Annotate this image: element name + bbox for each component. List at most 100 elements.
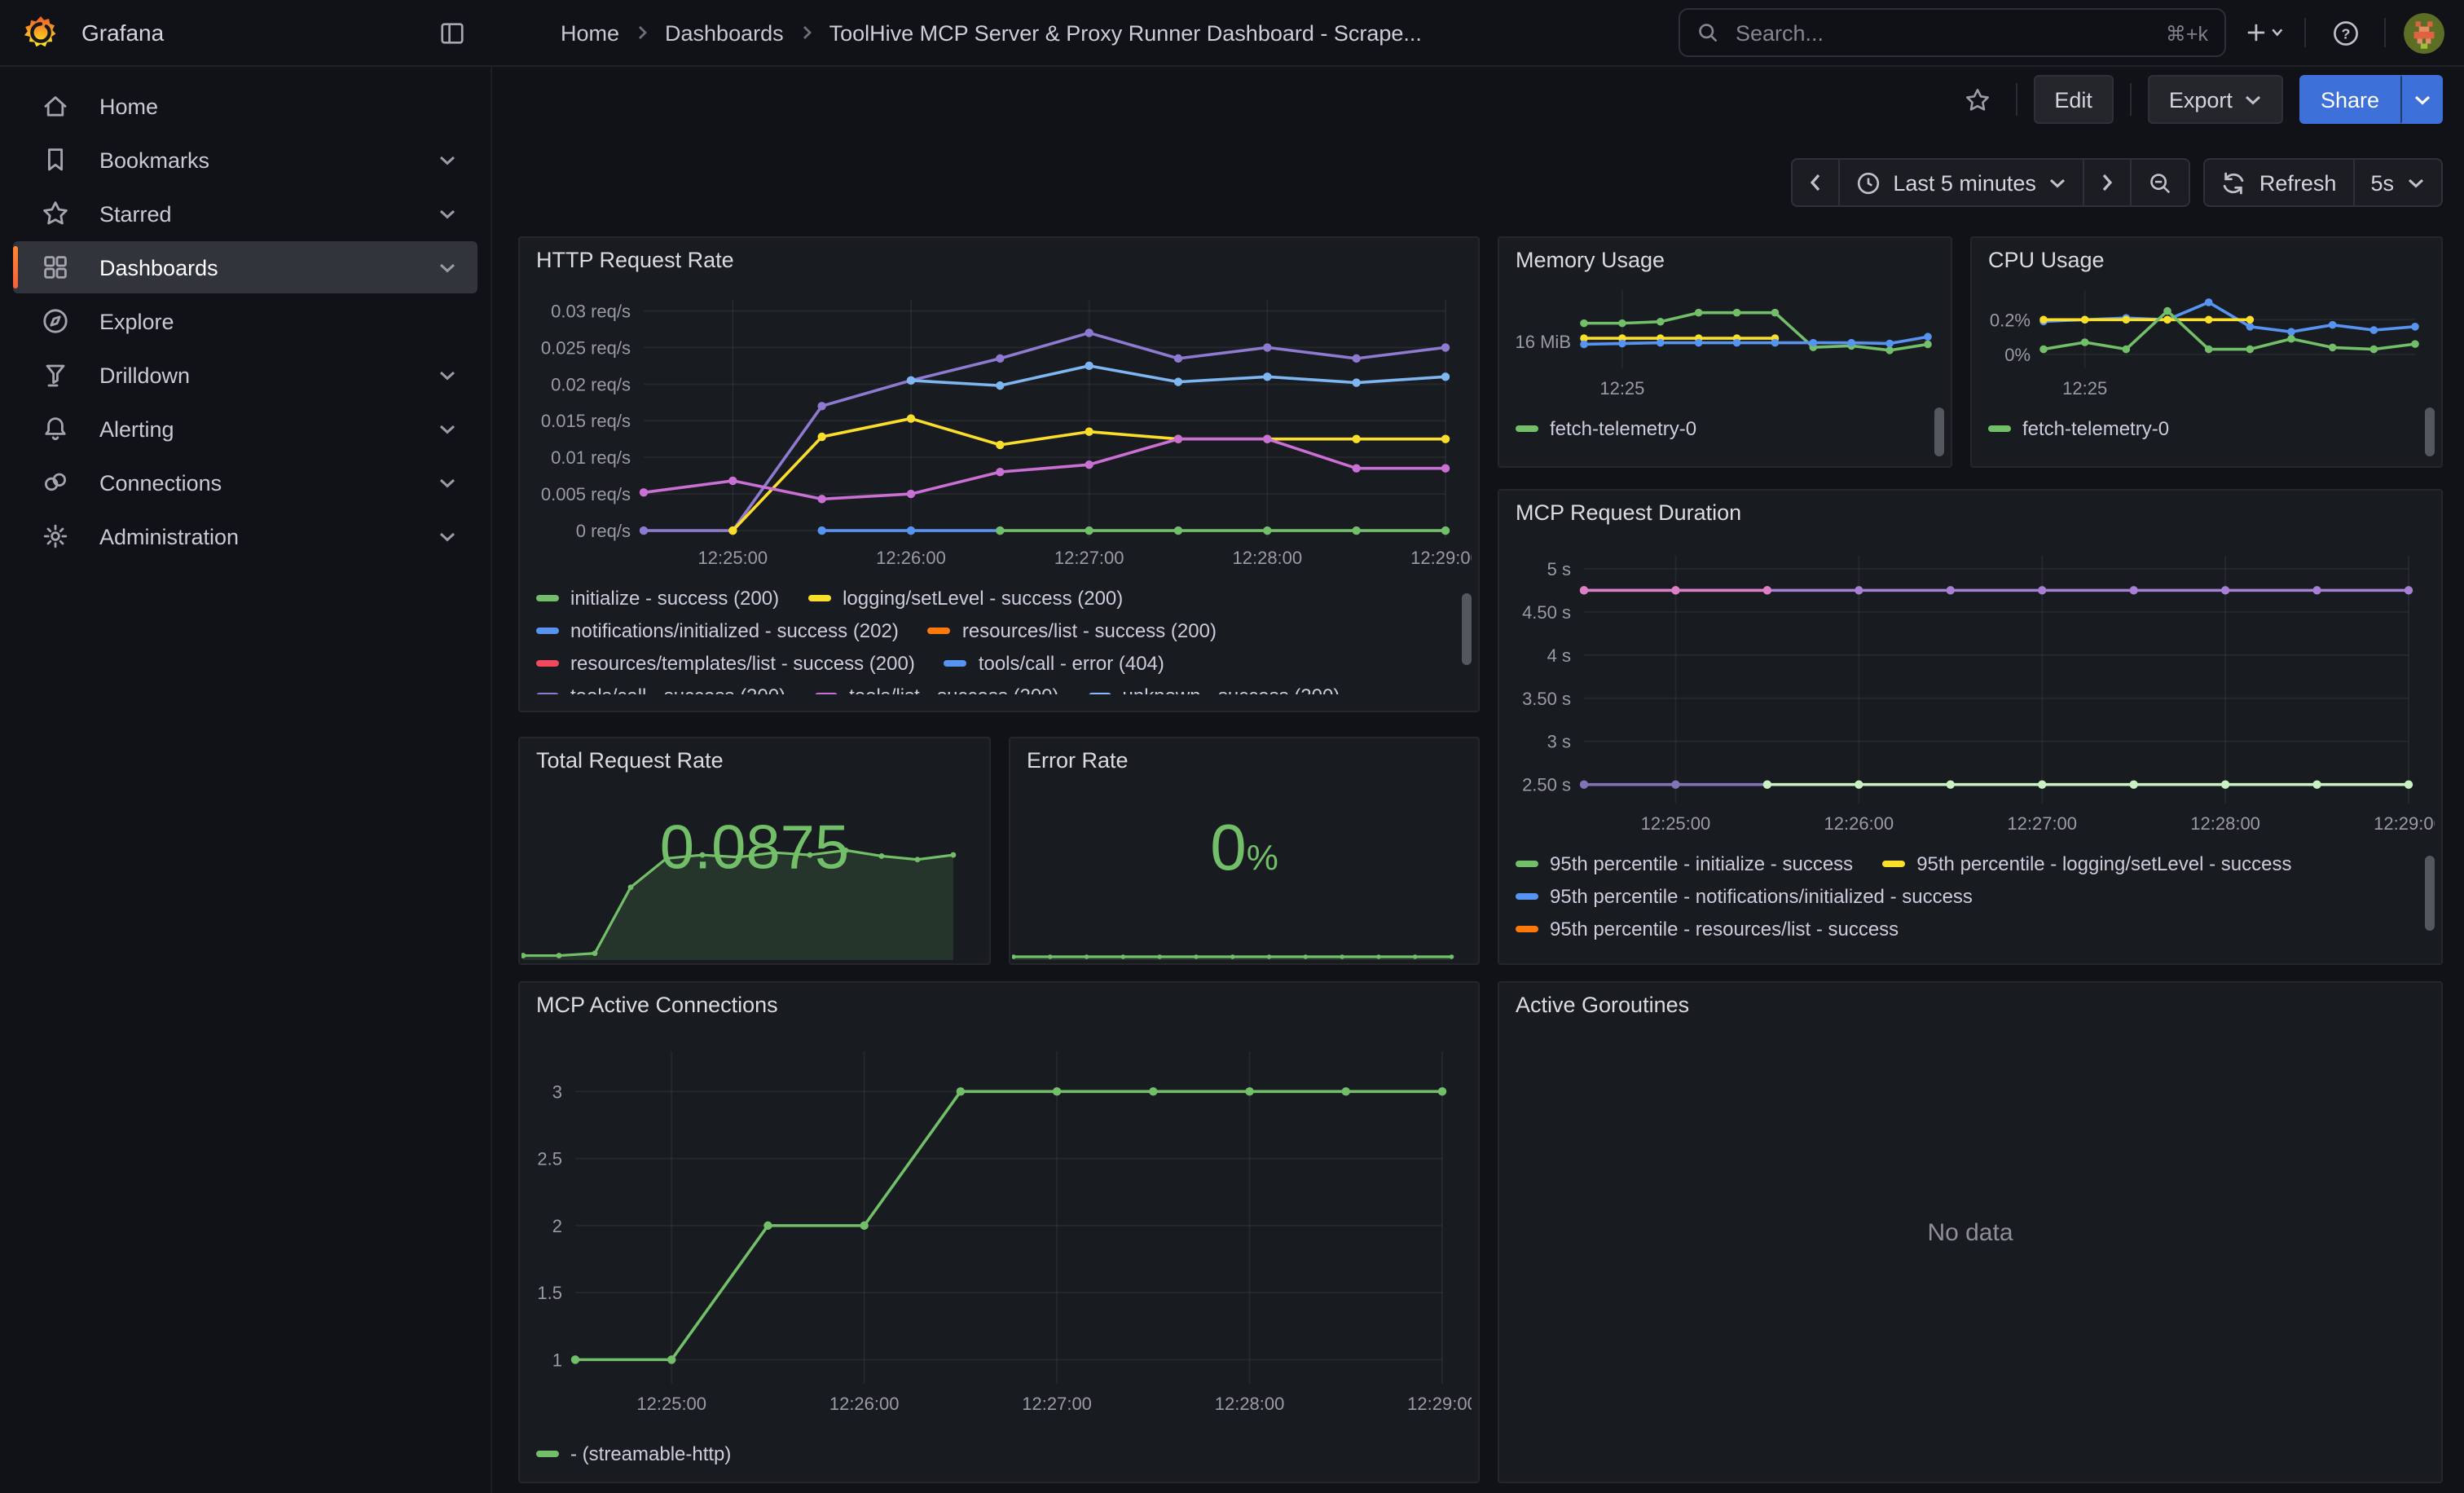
bookmark-icon <box>41 145 70 174</box>
legend-series-chip <box>1089 693 1111 694</box>
expand-chevron-icon[interactable] <box>429 357 464 393</box>
svg-text:0.03 req/s: 0.03 req/s <box>551 301 631 321</box>
share-button[interactable]: Share <box>2299 75 2400 124</box>
legend-item[interactable]: - (streamable-http) <box>536 1442 731 1465</box>
breadcrumb-home[interactable]: Home <box>561 20 619 45</box>
legend-item[interactable]: 95th percentile - logging/setLevel - suc… <box>1882 852 2291 875</box>
legend-item[interactable]: resources/list - success (200) <box>928 619 1217 642</box>
legend-series-chip <box>1988 425 2011 432</box>
dashboard-toolbar: Edit Export Share <box>492 73 2464 126</box>
sidebar-item-alerting[interactable]: Alerting <box>13 403 477 455</box>
mcp-active-connections-chart[interactable]: 12:25:0012:26:0012:27:0012:28:0012:29:00… <box>526 1032 1472 1429</box>
no-data-message: No data <box>1499 983 2441 1482</box>
sidebar-item-label: Bookmarks <box>99 148 429 172</box>
edit-button[interactable]: Edit <box>2033 75 2114 124</box>
sidebar-item-connections[interactable]: Connections <box>13 456 477 509</box>
favorite-star-icon[interactable] <box>1956 78 1999 121</box>
sidebar-nav: Home Bookmarks StarredDashboardsExplore Dri… <box>0 65 492 1493</box>
legend-item[interactable]: 95th percentile - notifications/initiali… <box>1516 885 1973 908</box>
legend-series-label: initialize - success (200) <box>570 587 779 610</box>
svg-text:16 MiB: 16 MiB <box>1516 332 1571 352</box>
active-accent-bar <box>13 246 18 288</box>
add-new-button[interactable] <box>2244 11 2286 54</box>
legend-item[interactable]: fetch-telemetry-0 <box>1516 417 1696 440</box>
grafana-logo-icon[interactable] <box>20 11 62 54</box>
time-shift-forward-button[interactable] <box>2083 158 2132 207</box>
svg-text:12:25: 12:25 <box>1599 378 1644 399</box>
legend-scrollbar[interactable] <box>1462 593 1472 665</box>
time-range-picker[interactable]: Last 5 minutes <box>1837 158 2085 207</box>
svg-text:12:26:00: 12:26:00 <box>876 548 946 568</box>
legend-item[interactable]: logging/setLevel - success (200) <box>808 587 1123 610</box>
breadcrumb-dashboards[interactable]: Dashboards <box>665 20 784 45</box>
panel-title[interactable]: MCP Request Duration <box>1499 491 2441 536</box>
sidebar-item-home[interactable]: Home <box>13 80 477 132</box>
legend-item[interactable]: resources/templates/list - success (200) <box>536 652 915 675</box>
legend-series-label: fetch-telemetry-0 <box>1550 417 1696 440</box>
legend-item[interactable]: initialize - success (200) <box>536 587 779 610</box>
zoom-out-time-button[interactable] <box>2131 158 2191 207</box>
panel-title[interactable]: Total Request Rate <box>520 738 989 784</box>
legend-scrollbar[interactable] <box>2425 856 2435 931</box>
http-request-rate-chart[interactable]: 12:25:0012:26:0012:27:0012:28:0012:29:00… <box>526 287 1472 577</box>
star-icon <box>41 199 70 228</box>
share-menu-button[interactable] <box>2400 75 2443 124</box>
legend-series-chip <box>1882 861 1905 867</box>
panel-title[interactable]: Error Rate <box>1010 738 1478 784</box>
sidebar-item-dashboards[interactable]: Dashboards <box>13 241 477 293</box>
sidebar-item-drilldown[interactable]: Drilldown <box>13 349 477 401</box>
refresh-interval-picker[interactable]: 5s <box>2352 158 2443 207</box>
panel-memory-usage: Memory Usage 12:2516 MiB fetch-telemetry… <box>1498 236 1952 468</box>
expand-chevron-icon[interactable] <box>429 196 464 231</box>
search-icon <box>1696 21 1719 44</box>
legend-scrollbar[interactable] <box>2425 407 2435 456</box>
compass-icon <box>41 306 70 336</box>
panel-title[interactable]: MCP Active Connections <box>520 983 1478 1028</box>
legend-series-label: resources/list - success (200) <box>962 619 1217 642</box>
export-button[interactable]: Export <box>2148 75 2283 124</box>
legend-item[interactable]: 95th percentile - resources/list - succe… <box>1516 918 1899 940</box>
svg-text:0.01 req/s: 0.01 req/s <box>551 447 631 468</box>
sidebar-item-label: Drilldown <box>99 363 429 387</box>
legend-scrollbar[interactable] <box>1934 407 1944 456</box>
chevron-right-icon <box>2101 173 2114 192</box>
legend-series-chip <box>1516 425 1538 432</box>
total-request-rate-value: 0.0875 <box>520 814 989 884</box>
time-shift-back-button[interactable] <box>1790 158 1839 207</box>
expand-chevron-icon[interactable] <box>429 465 464 500</box>
mcp-request-duration-chart[interactable]: 12:25:0012:26:0012:27:0012:28:0012:29:00… <box>1506 540 2435 843</box>
legend-item[interactable]: 95th percentile - initialize - success <box>1516 852 1853 875</box>
svg-text:12:29:00: 12:29:00 <box>1407 1394 1472 1414</box>
legend-item[interactable]: 95th percentile - resources/templates/li… <box>1516 950 1989 953</box>
refresh-button[interactable]: Refresh <box>2204 158 2355 207</box>
legend-item[interactable]: tools/call - error (404) <box>944 652 1164 675</box>
expand-chevron-icon[interactable] <box>429 411 464 447</box>
expand-chevron-icon[interactable] <box>429 518 464 554</box>
legend-item[interactable]: tools/call - success (200) <box>536 685 785 694</box>
help-icon[interactable]: ? <box>2324 11 2366 54</box>
legend-item[interactable]: notifications/initialized - success (202… <box>536 619 899 642</box>
panel-cpu-usage: CPU Usage 12:250.2%0% fetch-telemetry-0 <box>1970 236 2443 468</box>
bell-icon <box>41 414 70 443</box>
search-box[interactable]: ⌘+k <box>1679 8 2226 57</box>
legend-item[interactable]: fetch-telemetry-0 <box>1988 417 2169 440</box>
user-avatar[interactable] <box>2404 12 2444 53</box>
svg-text:2.5: 2.5 <box>537 1149 562 1169</box>
home-icon <box>41 91 70 121</box>
search-input[interactable] <box>1732 19 2153 46</box>
sidebar-item-starred[interactable]: Starred <box>13 187 477 240</box>
sidebar-item-bookmarks[interactable]: Bookmarks <box>13 134 477 186</box>
legend-item[interactable]: tools/list - success (200) <box>815 685 1058 694</box>
panel-title[interactable]: HTTP Request Rate <box>520 238 1478 284</box>
cpu-legend: fetch-telemetry-0 <box>1988 417 2422 456</box>
duration-legend: 95th percentile - initialize - success 95… <box>1516 852 2422 953</box>
cpu-usage-chart[interactable]: 12:250.2%0% <box>1978 277 2435 407</box>
expand-chevron-icon[interactable] <box>429 249 464 285</box>
expand-chevron-icon[interactable] <box>429 142 464 178</box>
memory-usage-chart[interactable]: 12:25 16 MiB <box>1506 277 1944 407</box>
sidebar-item-administration[interactable]: Administration <box>13 510 477 562</box>
dock-menu-icon[interactable] <box>430 11 473 54</box>
legend-item[interactable]: unknown - success (200) <box>1089 685 1340 694</box>
sidebar-item-explore[interactable]: Explore <box>13 295 477 347</box>
top-bar: Grafana Home Dashboards ToolHive MCP Ser… <box>0 0 2464 67</box>
